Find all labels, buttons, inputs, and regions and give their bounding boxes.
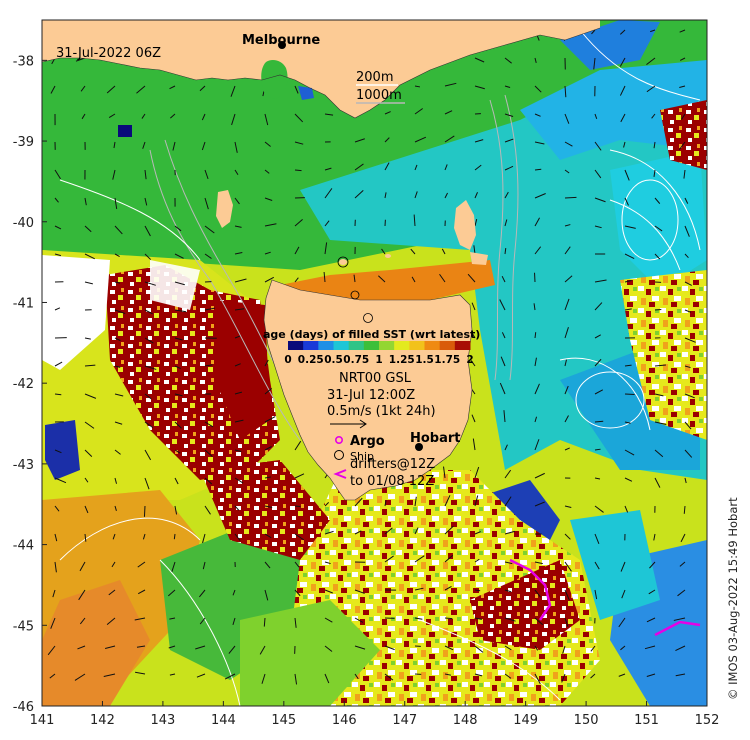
credit-label: © IMOS 03-Aug-2022 15:49 Hobart (726, 497, 740, 700)
x-tick-label: 151 (634, 713, 659, 728)
colorbar-segment (318, 341, 334, 350)
colorbar-segment (288, 341, 304, 350)
x-tick-label: 148 (453, 713, 478, 728)
current-arrow (173, 533, 176, 540)
x-tick-label: 147 (392, 713, 417, 728)
y-tick-label: -43 (13, 458, 34, 473)
map-title: 31-Jul-2022 06Z (56, 46, 161, 61)
colorbar-segment (379, 341, 395, 350)
current-time-label: 31-Jul 12:00Z (327, 388, 415, 403)
y-tick-label: -39 (13, 135, 34, 150)
colorbar-title: age (days) of filled SST (wrt latest) (263, 328, 480, 341)
x-tick-label: 150 (574, 713, 599, 728)
y-tick-label: -42 (13, 377, 34, 392)
x-tick-label: 143 (150, 713, 175, 728)
x-tick-label: 146 (332, 713, 357, 728)
colorbar-tick-label: 2 (466, 354, 473, 366)
melbourne-label: Melbourne (242, 33, 320, 48)
colorbar-tick-label: 1.25 (389, 354, 415, 366)
isobath-200m-label: 200m (356, 70, 393, 85)
y-tick-label: -44 (13, 539, 34, 554)
colorbar-segment (424, 341, 441, 350)
x-tick-label: 141 (30, 713, 55, 728)
y-tick-label: -46 (13, 700, 34, 715)
x-tick-label: 149 (513, 713, 538, 728)
sst-map: 141 142 143 144 145 146 147 148 149 150 151 152 -38… (13, 19, 720, 728)
x-tick-label: 142 (90, 713, 115, 728)
colorbar-segment (394, 341, 410, 350)
colorbar-segment (439, 341, 456, 350)
argo-label: Argo (350, 434, 385, 449)
current-arrow (444, 617, 453, 620)
current-arrow (263, 617, 266, 627)
drifters-label: drifters@12Z (350, 457, 435, 472)
colorbar-segment (454, 341, 471, 350)
colorbar-tick-label: 0.25 (298, 354, 324, 366)
current-product-label: NRT00 GSL (339, 371, 412, 386)
colorbar-tick-label: 0.5 (324, 354, 343, 366)
colorbar-tick-label: 0 (284, 354, 291, 366)
current-arrow (534, 332, 537, 339)
y-tick-label: -45 (13, 619, 34, 634)
colorbar-segment (348, 341, 365, 350)
x-tick-label: 145 (271, 713, 296, 728)
current-arrow (294, 169, 302, 172)
current-arrow (294, 505, 301, 508)
current-arrow (654, 308, 662, 311)
y-tick-label: -40 (13, 216, 34, 231)
colorbar-segment (409, 341, 425, 350)
current-arrow (54, 393, 62, 396)
drifters-to-label: to 01/08 12Z (350, 474, 434, 489)
current-arrow (143, 505, 146, 517)
colorbar (288, 341, 471, 350)
current-arrow (564, 196, 577, 199)
hobart-label: Hobart (410, 431, 461, 446)
current-scale-label: 0.5m/s (1kt 24h) (327, 404, 436, 419)
colorbar-tick-label: 1.75 (434, 354, 460, 366)
y-tick-label: -41 (13, 296, 34, 311)
current-arrow (624, 393, 635, 396)
x-tick-label: 152 (695, 713, 720, 728)
colorbar-tick-label: 1.5 (415, 354, 434, 366)
colorbar-segment (333, 341, 350, 350)
y-tick-label: -38 (13, 54, 34, 69)
colorbar-segment (363, 341, 380, 350)
colorbar-labels: 0 0.25 0.5 0.75 1 1.25 1.5 1.75 2 (284, 354, 473, 366)
colorbar-tick-label: 0.75 (343, 354, 369, 366)
colorbar-segment (303, 341, 319, 350)
isobath-1000m-label: 1000m (356, 88, 402, 103)
colorbar-tick-label: 1 (375, 354, 382, 366)
x-tick-label: 144 (211, 713, 236, 728)
